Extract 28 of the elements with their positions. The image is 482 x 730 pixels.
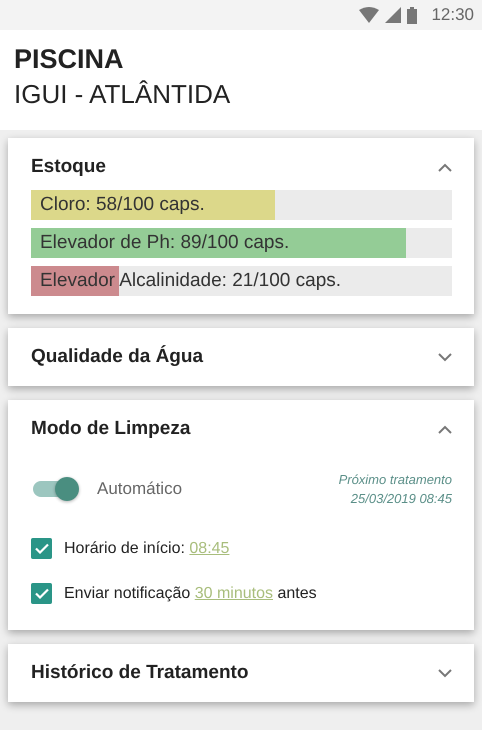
- chevron-up-icon[interactable]: [438, 162, 452, 172]
- option-link[interactable]: 08:45: [189, 540, 230, 556]
- section-title: Qualidade da Água: [31, 346, 204, 368]
- next-treatment-label: Próximo tratamento: [338, 472, 452, 487]
- section-title: Modo de Limpeza: [31, 418, 190, 440]
- stock-label: Elevador de Ph: 89/100 caps.: [39, 232, 290, 254]
- toggle-label: Automático: [97, 479, 182, 499]
- section-title: Estoque: [31, 156, 106, 178]
- battery-icon: [407, 6, 418, 24]
- option-link[interactable]: 30 minutos: [194, 584, 273, 602]
- wifi-icon: [359, 7, 380, 23]
- stock-label: Elevador Alcalinidade: 21/100 caps.: [39, 270, 342, 292]
- chevron-down-icon[interactable]: [438, 352, 452, 362]
- check-icon: [34, 543, 48, 554]
- page-title: PISCINA: [14, 44, 125, 75]
- option-text: Enviar notificação 30 minutos antes: [64, 584, 317, 602]
- check-icon: [34, 588, 48, 599]
- section-title: Histórico de Tratamento: [31, 662, 248, 684]
- option-text: Horário de início: 08:45: [64, 540, 230, 558]
- signal-icon: [385, 7, 402, 23]
- checkbox[interactable]: [31, 583, 52, 604]
- chevron-up-icon[interactable]: [438, 424, 452, 434]
- next-treatment-date: 25/03/2019 08:45: [350, 491, 452, 506]
- stock-label: Cloro: 58/100 caps.: [39, 194, 205, 216]
- checkbox[interactable]: [31, 538, 52, 559]
- clock-time: 12:30: [431, 5, 474, 25]
- page-subtitle: IGUI - ATLÂNTIDA: [14, 79, 232, 110]
- chevron-down-icon[interactable]: [438, 668, 452, 678]
